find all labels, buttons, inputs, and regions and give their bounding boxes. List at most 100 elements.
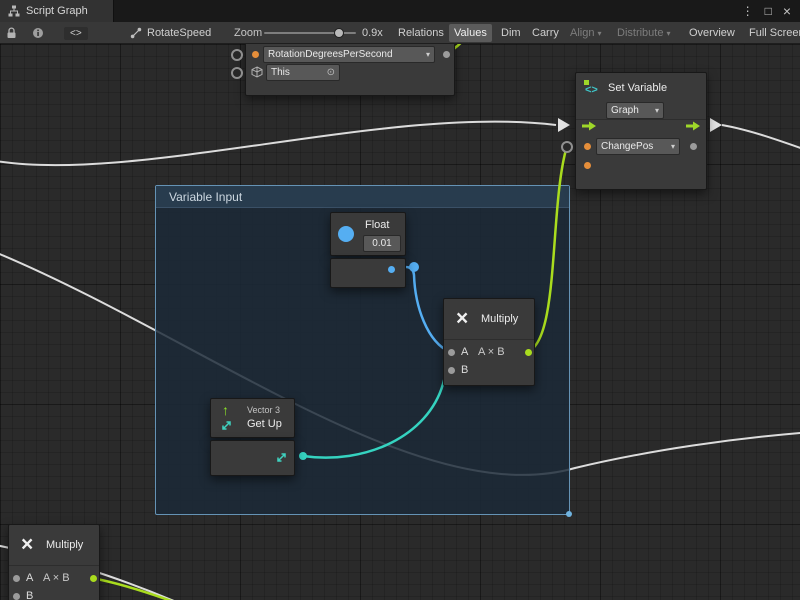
script-graph-window: Script Graph ⋮ □ × <>: [0, 0, 800, 600]
port-b-label: B: [26, 590, 33, 600]
fullscreen-button[interactable]: Full Screen: [744, 24, 800, 42]
close-icon[interactable]: ×: [783, 0, 791, 22]
port-out-label: A × B: [478, 346, 505, 358]
zoom-slider-handle[interactable]: [334, 28, 344, 38]
diagonal-arrows-icon: [220, 419, 233, 432]
graph-asset-icon: [130, 22, 142, 44]
port-out-label: A × B: [43, 572, 70, 584]
up-arrow-icon: ↑: [222, 403, 229, 417]
chevron-down-icon: ▾: [597, 29, 601, 38]
wire-white-into-setvariable[interactable]: [0, 122, 556, 166]
port-b-dot[interactable]: [13, 593, 20, 600]
chevron-down-icon: ▾: [422, 50, 430, 59]
tab-label: Script Graph: [26, 5, 88, 17]
flow-input-triangle[interactable]: [558, 118, 570, 132]
port-ring-rotation-row1[interactable]: [231, 49, 243, 61]
distribute-button[interactable]: Distribute▾: [612, 24, 675, 42]
tab-script-graph[interactable]: Script Graph: [0, 0, 114, 22]
chevron-down-icon: ▾: [651, 106, 659, 115]
zoom-slider-track[interactable]: [264, 32, 356, 34]
node-type-label: Vector 3: [247, 405, 280, 415]
port-out-dot[interactable]: [525, 349, 532, 356]
flow-output-triangle[interactable]: [710, 118, 722, 132]
wire-white-out-of-setvariable[interactable]: [722, 125, 800, 152]
titlebar: Script Graph ⋮ □ ×: [0, 0, 800, 22]
group-resize-handle[interactable]: [566, 511, 572, 517]
divider: [9, 565, 99, 566]
multiply-icon: ×: [456, 308, 468, 329]
float-output-port-dot[interactable]: [388, 266, 395, 273]
script-graph-icon: [8, 5, 20, 17]
align-button[interactable]: Align▾: [565, 24, 606, 42]
wire-lime-multiply2-out[interactable]: [92, 578, 238, 600]
dim-button[interactable]: Dim: [496, 24, 526, 42]
node-title: Set Variable: [608, 82, 667, 94]
chevron-down-icon: ▾: [667, 142, 675, 151]
node-float-literal[interactable]: Float 0.01: [330, 212, 406, 256]
vector-output-port-icon[interactable]: [275, 451, 288, 464]
setvariable-output-port-dot[interactable]: [690, 143, 697, 150]
port-ring-rotation-row2[interactable]: [231, 67, 243, 79]
graph-canvas[interactable]: Variable Input RotationDegreesPerS: [0, 44, 800, 600]
graph-toolbar: <> RotateSpeed Zoom 0.9x Relations Value…: [0, 22, 800, 44]
port-b-dot[interactable]: [448, 367, 455, 374]
maximize-icon[interactable]: □: [765, 0, 772, 22]
lock-glyph: [6, 27, 17, 39]
window-controls: ⋮ □ ×: [742, 0, 800, 22]
port-out-dot[interactable]: [90, 575, 97, 582]
zoom-label: Zoom: [234, 22, 262, 44]
node-multiply-2[interactable]: × Multiply A A × B B: [8, 524, 100, 600]
relations-button[interactable]: Relations: [393, 24, 449, 42]
node-title: Get Up: [247, 418, 282, 430]
variable-name-dropdown[interactable]: ChangePos ▾: [596, 138, 680, 155]
divider: [444, 339, 534, 340]
rotation-output-port-dot[interactable]: [443, 51, 450, 58]
group-title: Variable Input: [169, 190, 242, 204]
node-get-up-port-strip[interactable]: [210, 440, 295, 476]
set-variable-icon-code: <>: [585, 84, 598, 96]
node-get-up[interactable]: ↑ Vector 3 Get Up: [210, 398, 295, 438]
port-a-label: A: [461, 346, 468, 358]
variable-scope-dropdown[interactable]: Graph ▾: [606, 102, 664, 119]
group-header[interactable]: Variable Input: [156, 186, 569, 208]
target-object-field[interactable]: This ⊙: [266, 64, 340, 81]
node-multiply[interactable]: × Multiply A A × B B: [443, 298, 535, 386]
zoom-value: 0.9x: [362, 22, 383, 44]
lock-icon[interactable]: [6, 22, 17, 44]
node-title: Float: [365, 219, 389, 231]
node-set-variable[interactable]: <> Set Variable Graph ▾ ChangePos ▾: [575, 72, 707, 190]
multiply-icon: ×: [21, 534, 33, 555]
values-button[interactable]: Values: [449, 24, 492, 42]
chevron-down-icon: ▾: [666, 29, 670, 38]
variable-name-dropdown[interactable]: RotationDegreesPerSecond ▾: [263, 46, 435, 63]
float-type-icon: [338, 226, 354, 242]
variable-port-dot[interactable]: [252, 51, 259, 58]
variable-port-dot[interactable]: [584, 143, 591, 150]
port-a-dot[interactable]: [13, 575, 20, 582]
node-rotation-variable[interactable]: RotationDegreesPerSecond ▾ This ⊙: [245, 44, 455, 96]
info-glyph: [32, 27, 44, 39]
port-b-label: B: [461, 364, 468, 376]
float-value-input[interactable]: 0.01: [363, 235, 401, 252]
port-a-label: A: [26, 572, 33, 584]
flow-out-arrow-icon[interactable]: [686, 120, 701, 132]
node-title: Multiply: [481, 313, 518, 325]
cube-icon: [251, 66, 263, 78]
zoom-slider[interactable]: [264, 22, 356, 44]
flow-in-arrow-icon[interactable]: [582, 120, 597, 132]
port-ring-changepos[interactable]: [561, 141, 573, 153]
graph-name-label: RotateSpeed: [147, 22, 211, 44]
node-title: Multiply: [46, 539, 83, 551]
graph-asset-glyph: [130, 27, 142, 39]
value-input-port-dot[interactable]: [584, 162, 591, 169]
port-a-dot[interactable]: [448, 349, 455, 356]
carry-button[interactable]: Carry: [527, 24, 564, 42]
node-float-literal-port-strip[interactable]: [330, 258, 406, 288]
code-view-button[interactable]: <>: [64, 22, 88, 44]
object-picker-icon[interactable]: ⊙: [327, 67, 335, 78]
set-variable-icon: <>: [584, 80, 604, 98]
info-icon[interactable]: [32, 22, 44, 44]
code-icon: <>: [64, 27, 88, 40]
overview-button[interactable]: Overview: [684, 24, 740, 42]
kebab-menu-icon[interactable]: ⋮: [742, 0, 754, 22]
